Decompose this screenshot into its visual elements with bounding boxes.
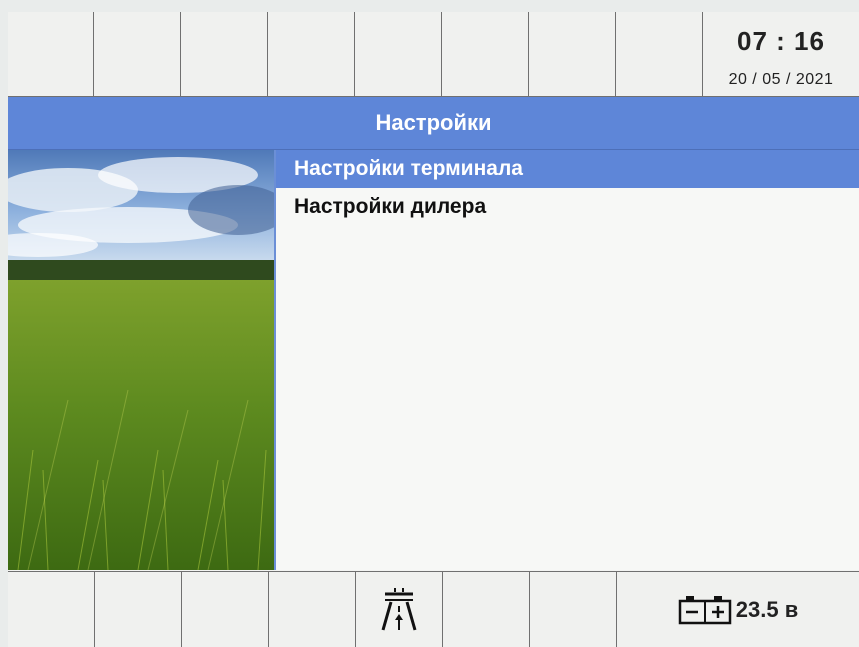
softkey-top-8[interactable] [616,12,703,96]
softkey-top-2[interactable] [94,12,181,96]
landscape-image [8,150,276,570]
clock-panel: 07 : 16 20 / 05 / 2021 [703,12,859,96]
softkey-top-5[interactable] [355,12,442,96]
menu-item-terminal-settings[interactable]: Настройки терминала [276,150,859,188]
softkey-bottom-1[interactable] [8,572,95,647]
clock-time: 07 : 16 [737,25,825,56]
softkey-bottom-4[interactable] [269,572,356,647]
softkey-bottom-3[interactable] [182,572,269,647]
softkey-top-7[interactable] [529,12,616,96]
softkey-bottom-7[interactable] [530,572,617,647]
terminal-screen: 07 : 16 20 / 05 / 2021 Настройки Настрой… [8,12,859,647]
top-softkey-bar: 07 : 16 20 / 05 / 2021 [8,12,859,97]
softkey-top-6[interactable] [442,12,529,96]
softkey-bottom-5[interactable] [356,572,443,647]
softkey-top-3[interactable] [181,12,268,96]
battery-voltage: 23.5 в [735,596,799,622]
settings-menu: Настройки терминала Настройки дилера [276,150,859,570]
softkey-top-1[interactable] [8,12,94,96]
page-title-bar: Настройки [8,97,859,150]
battery-icon [678,595,732,624]
menu-item-dealer-settings[interactable]: Настройки дилера [276,188,859,226]
bottom-softkey-bar: 23.5 в [8,571,859,647]
softkey-bottom-6[interactable] [443,572,530,647]
softkey-top-4[interactable] [268,12,355,96]
clock-date: 20 / 05 / 2021 [728,70,834,88]
softkey-bottom-2[interactable] [95,572,182,647]
road-lane-icon [381,587,417,630]
battery-status: 23.5 в [617,572,859,647]
page-title: Настройки [375,110,492,135]
